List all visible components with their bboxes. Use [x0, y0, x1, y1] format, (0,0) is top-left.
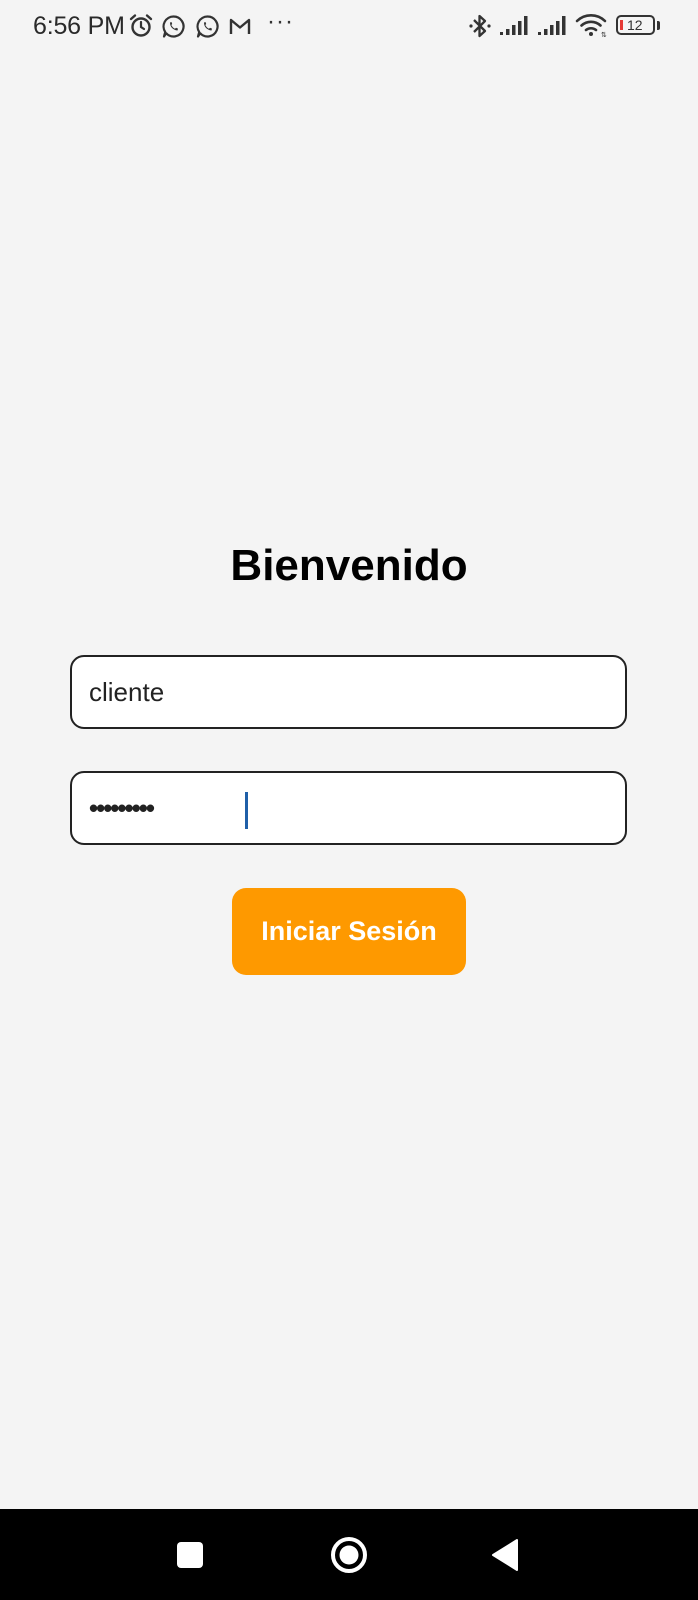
more-notifications-indicator: ···	[267, 8, 294, 35]
cellular-signal-icon	[500, 16, 528, 35]
home-icon[interactable]	[328, 1534, 370, 1576]
alarm-icon	[129, 14, 153, 37]
navigation-bar	[0, 1509, 698, 1600]
back-icon[interactable]	[490, 1537, 524, 1573]
bluetooth-icon	[469, 14, 491, 38]
login-button[interactable]: Iniciar Sesión	[232, 888, 466, 975]
status-bar: 6:56 PM ··· ⇅ 12	[0, 0, 698, 52]
gmail-icon	[229, 18, 251, 34]
username-value: cliente	[89, 677, 165, 707]
status-time: 6:56 PM	[33, 12, 125, 40]
page-title: Bienvenido	[230, 541, 468, 590]
battery-level: 12	[627, 17, 643, 33]
wifi-icon: ⇅	[575, 14, 607, 38]
whatsapp-icon	[162, 15, 185, 38]
password-input[interactable]: •••••••••	[70, 771, 627, 845]
password-value: •••••••••	[89, 793, 155, 823]
whatsapp-icon	[196, 15, 219, 38]
username-input[interactable]: cliente	[70, 655, 627, 729]
recent-apps-icon[interactable]	[173, 1538, 207, 1572]
cellular-signal-icon	[538, 16, 566, 35]
battery-icon: 12	[616, 15, 662, 37]
svg-text:⇅: ⇅	[601, 31, 607, 38]
text-cursor	[245, 792, 248, 829]
